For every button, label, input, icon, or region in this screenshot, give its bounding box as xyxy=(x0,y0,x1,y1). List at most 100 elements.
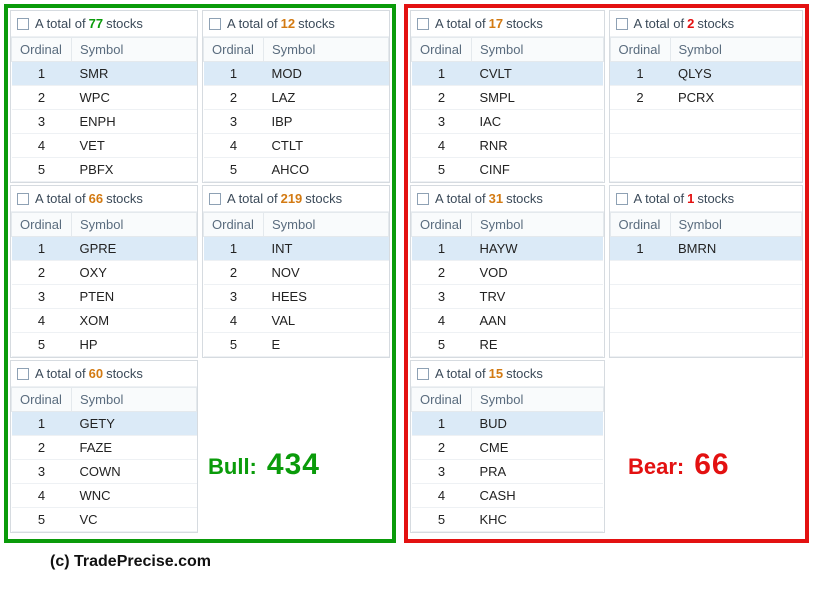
table-row[interactable]: 3HEES xyxy=(204,285,389,309)
table-row[interactable]: 4WNC xyxy=(12,484,197,508)
column-header-ordinal[interactable]: Ordinal xyxy=(412,388,472,412)
column-header-symbol[interactable]: Symbol xyxy=(670,213,802,237)
column-header-ordinal[interactable]: Ordinal xyxy=(610,38,670,62)
ordinal-cell: 5 xyxy=(204,158,264,182)
symbol-cell: SMR xyxy=(72,62,197,86)
table-row[interactable]: 1BMRN xyxy=(610,237,802,261)
select-all-checkbox[interactable] xyxy=(17,193,29,205)
card-header: A total of 2 stocks xyxy=(610,11,803,37)
table-row[interactable]: 1GPRE xyxy=(12,237,197,261)
table-row[interactable]: 1INT xyxy=(204,237,389,261)
table-row[interactable]: 2CME xyxy=(412,436,604,460)
table-row[interactable]: 3TRV xyxy=(412,285,604,309)
select-all-checkbox[interactable] xyxy=(616,18,628,30)
table-row[interactable]: 1GETY xyxy=(12,412,197,436)
column-header-symbol[interactable]: Symbol xyxy=(264,38,389,62)
table-row[interactable]: 2SMPL xyxy=(412,86,604,110)
stock-table: OrdinalSymbol1HAYW2VOD3TRV4AAN5RE xyxy=(411,212,604,357)
column-header-symbol[interactable]: Symbol xyxy=(72,388,197,412)
symbol-cell: RNR xyxy=(472,134,604,158)
table-row[interactable]: 2OXY xyxy=(12,261,197,285)
ordinal-cell: 3 xyxy=(412,285,472,309)
table-row[interactable]: 4VAL xyxy=(204,309,389,333)
select-all-checkbox[interactable] xyxy=(616,193,628,205)
column-header-ordinal[interactable]: Ordinal xyxy=(12,38,72,62)
table-row[interactable]: 2WPC xyxy=(12,86,197,110)
table-row[interactable]: 3PTEN xyxy=(12,285,197,309)
column-header-symbol[interactable]: Symbol xyxy=(264,213,389,237)
select-all-checkbox[interactable] xyxy=(17,18,29,30)
symbol-cell: OXY xyxy=(72,261,197,285)
table-row[interactable]: 2NOV xyxy=(204,261,389,285)
table-row[interactable]: 3COWN xyxy=(12,460,197,484)
table-row[interactable]: 5PBFX xyxy=(12,158,197,182)
card-header: A total of 77 stocks xyxy=(11,11,197,37)
symbol-cell: MOD xyxy=(264,62,389,86)
table-row[interactable]: 4AAN xyxy=(412,309,604,333)
dashboard: A total of 77 stocksOrdinalSymbol1SMR2WP… xyxy=(0,0,819,547)
table-row-empty xyxy=(610,285,802,309)
table-row[interactable]: 2VOD xyxy=(412,261,604,285)
table-row[interactable]: 1QLYS xyxy=(610,62,802,86)
select-all-checkbox[interactable] xyxy=(209,18,221,30)
table-row[interactable]: 1SMR xyxy=(12,62,197,86)
table-row[interactable]: 4RNR xyxy=(412,134,604,158)
header-prefix: A total of xyxy=(35,366,86,381)
column-header-symbol[interactable]: Symbol xyxy=(472,213,604,237)
copyright: (c) TradePrecise.com xyxy=(0,547,819,571)
table-row[interactable]: 1MOD xyxy=(204,62,389,86)
table-row[interactable]: 4VET xyxy=(12,134,197,158)
column-header-ordinal[interactable]: Ordinal xyxy=(12,388,72,412)
table-row[interactable]: 3IAC xyxy=(412,110,604,134)
column-header-symbol[interactable]: Symbol xyxy=(72,38,197,62)
symbol-cell: PRA xyxy=(472,460,604,484)
column-header-ordinal[interactable]: Ordinal xyxy=(12,213,72,237)
column-header-ordinal[interactable]: Ordinal xyxy=(412,38,472,62)
column-header-ordinal[interactable]: Ordinal xyxy=(412,213,472,237)
table-row[interactable]: 2FAZE xyxy=(12,436,197,460)
symbol-cell: HAYW xyxy=(472,237,604,261)
column-header-ordinal[interactable]: Ordinal xyxy=(204,213,264,237)
table-row[interactable]: 5KHC xyxy=(412,508,604,532)
column-header-symbol[interactable]: Symbol xyxy=(472,388,604,412)
column-header-ordinal[interactable]: Ordinal xyxy=(610,213,670,237)
table-row[interactable]: 1BUD xyxy=(412,412,604,436)
table-row[interactable]: 2PCRX xyxy=(610,86,802,110)
column-header-symbol[interactable]: Symbol xyxy=(472,38,604,62)
card-header: A total of 219 stocks xyxy=(203,186,389,212)
table-row[interactable]: 1HAYW xyxy=(412,237,604,261)
table-row[interactable]: 5HP xyxy=(12,333,197,357)
symbol-cell: VET xyxy=(72,134,197,158)
symbol-cell: AHCO xyxy=(264,158,389,182)
table-row[interactable]: 4XOM xyxy=(12,309,197,333)
header-count: 12 xyxy=(281,16,295,31)
table-row[interactable]: 5AHCO xyxy=(204,158,389,182)
select-all-checkbox[interactable] xyxy=(417,368,429,380)
table-row[interactable]: 4CASH xyxy=(412,484,604,508)
ordinal-cell: 1 xyxy=(204,237,264,261)
table-row[interactable]: 3PRA xyxy=(412,460,604,484)
select-all-checkbox[interactable] xyxy=(417,193,429,205)
ordinal-cell: 5 xyxy=(12,333,72,357)
table-row[interactable]: 2LAZ xyxy=(204,86,389,110)
header-prefix: A total of xyxy=(227,191,278,206)
table-row[interactable]: 4CTLT xyxy=(204,134,389,158)
table-row[interactable]: 5E xyxy=(204,333,389,357)
ordinal-cell: 2 xyxy=(204,261,264,285)
table-row[interactable]: 1CVLT xyxy=(412,62,604,86)
bear-panel: A total of 17 stocksOrdinalSymbol1CVLT2S… xyxy=(404,4,809,543)
select-all-checkbox[interactable] xyxy=(209,193,221,205)
select-all-checkbox[interactable] xyxy=(417,18,429,30)
column-header-symbol[interactable]: Symbol xyxy=(72,213,197,237)
header-suffix: stocks xyxy=(106,16,143,31)
select-all-checkbox[interactable] xyxy=(17,368,29,380)
column-header-symbol[interactable]: Symbol xyxy=(670,38,802,62)
table-row[interactable]: 3IBP xyxy=(204,110,389,134)
header-suffix: stocks xyxy=(305,191,342,206)
table-row[interactable]: 3ENPH xyxy=(12,110,197,134)
table-row[interactable]: 5CINF xyxy=(412,158,604,182)
column-header-ordinal[interactable]: Ordinal xyxy=(204,38,264,62)
table-row[interactable]: 5VC xyxy=(12,508,197,532)
card-header: A total of 17 stocks xyxy=(411,11,604,37)
table-row[interactable]: 5RE xyxy=(412,333,604,357)
